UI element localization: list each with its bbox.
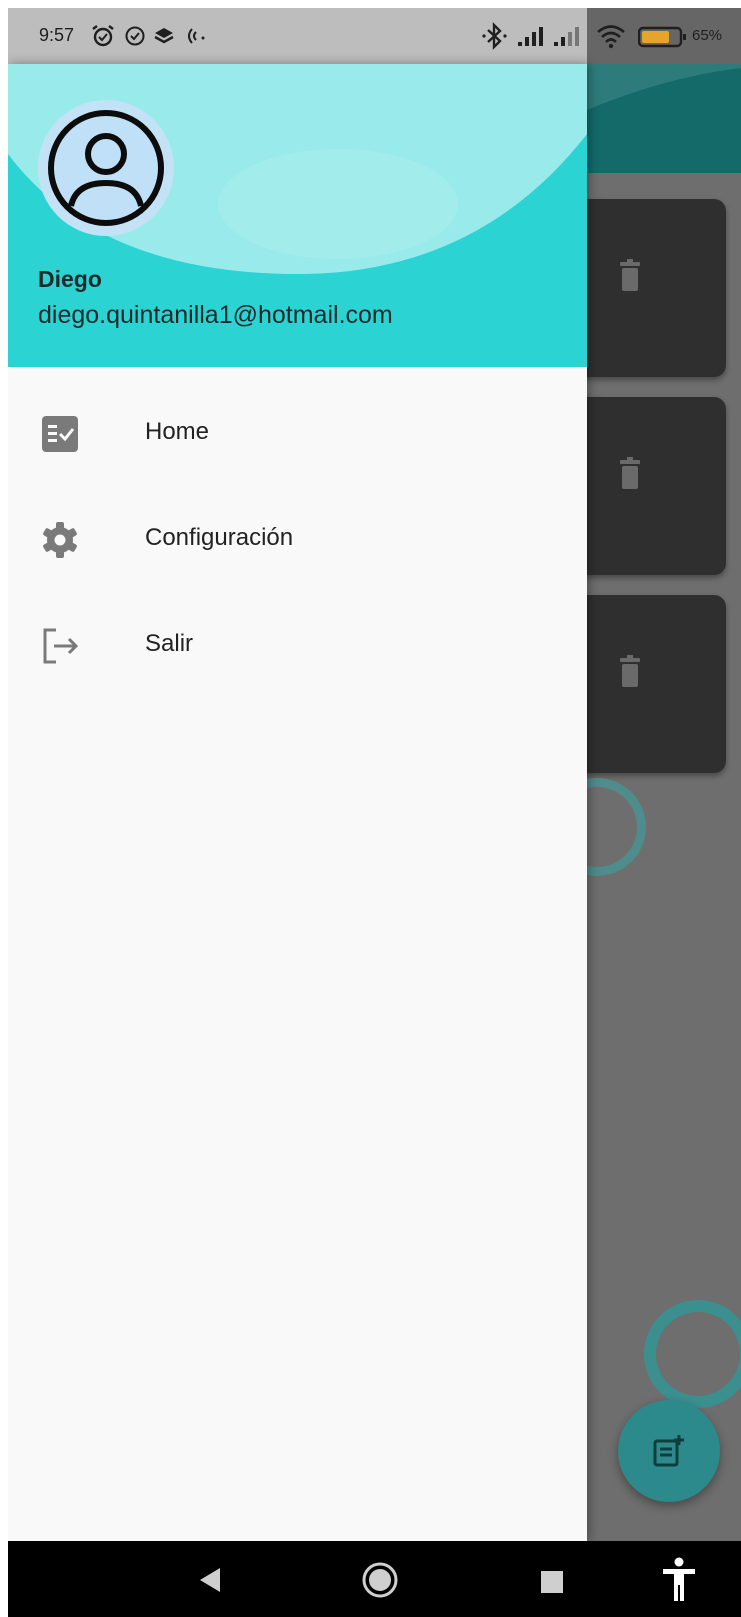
- signal-icon: [518, 27, 543, 46]
- menu-item-salir[interactable]: Salir: [8, 594, 587, 690]
- avatar[interactable]: [38, 100, 174, 236]
- wifi-icon: [597, 25, 625, 49]
- drawer-header: Diego diego.quintanilla1@hotmail.com: [8, 64, 587, 367]
- alarm-icon: [92, 25, 114, 47]
- system-nav-bar: [8, 1541, 741, 1617]
- trash-icon[interactable]: [620, 655, 640, 687]
- logout-icon: [43, 628, 79, 664]
- user-email: diego.quintanilla1@hotmail.com: [38, 301, 393, 329]
- menu-item-label: Home: [145, 418, 210, 445]
- account-circle-icon: [48, 110, 164, 226]
- back-icon[interactable]: [198, 1567, 222, 1593]
- menu-item-label: Configuración: [145, 524, 294, 551]
- accessibility-icon[interactable]: [662, 1557, 696, 1601]
- navigation-drawer: Diego diego.quintanilla1@hotmail.com Hom…: [8, 64, 587, 1541]
- add-note-button[interactable]: [618, 1400, 720, 1502]
- status-time: 9:57: [39, 25, 75, 45]
- status-bar: 9:57 65%: [8, 8, 741, 64]
- layers-icon: [154, 28, 174, 44]
- decorative-ring: [644, 1300, 741, 1408]
- signal-icon-2: [554, 27, 579, 46]
- check-circle-icon: [125, 26, 145, 46]
- trash-icon[interactable]: [620, 259, 640, 291]
- nfc-icon: [188, 28, 205, 44]
- menu-item-home[interactable]: Home: [8, 382, 587, 478]
- home-icon[interactable]: [361, 1561, 399, 1599]
- recents-icon[interactable]: [541, 1571, 563, 1593]
- battery-icon: [638, 26, 686, 48]
- trash-icon[interactable]: [620, 457, 640, 489]
- user-name: Diego: [38, 266, 102, 292]
- battery-percent: 65%: [692, 27, 723, 44]
- bluetooth-icon: [482, 22, 507, 50]
- screen: 9:57 65% Diego diego.quintanilla1@hotmai…: [8, 8, 741, 1617]
- task-list-icon: [42, 416, 78, 452]
- menu-item-label: Salir: [145, 630, 194, 657]
- add-note-icon: [653, 1435, 684, 1467]
- gear-icon: [43, 522, 77, 558]
- menu-item-configuracion[interactable]: Configuración: [8, 488, 587, 584]
